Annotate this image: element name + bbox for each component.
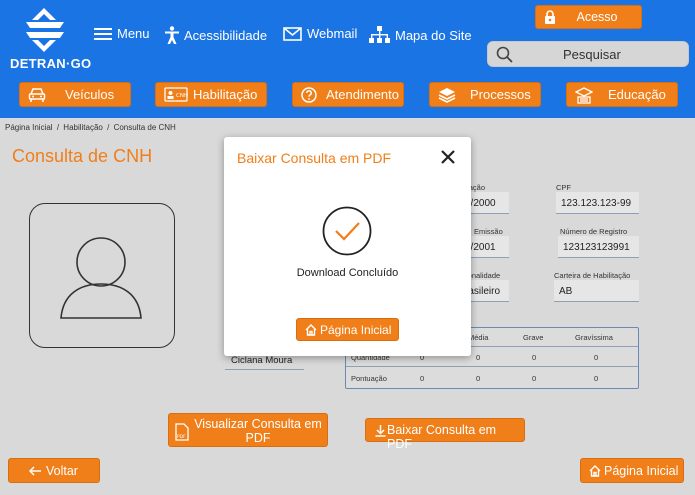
home-icon	[305, 324, 317, 336]
modal-overlay: Baixar Consulta em PDF Download Concluíd…	[0, 0, 695, 495]
modal-home-button[interactable]: Página Inicial	[296, 318, 399, 341]
close-icon[interactable]	[438, 147, 458, 167]
download-modal: Baixar Consulta em PDF Download Concluíd…	[224, 137, 471, 356]
check-circle-icon	[322, 206, 372, 256]
modal-home-label: Página Inicial	[320, 323, 392, 337]
modal-message: Download Concluído	[296, 267, 399, 279]
modal-title: Baixar Consulta em PDF	[237, 150, 392, 166]
